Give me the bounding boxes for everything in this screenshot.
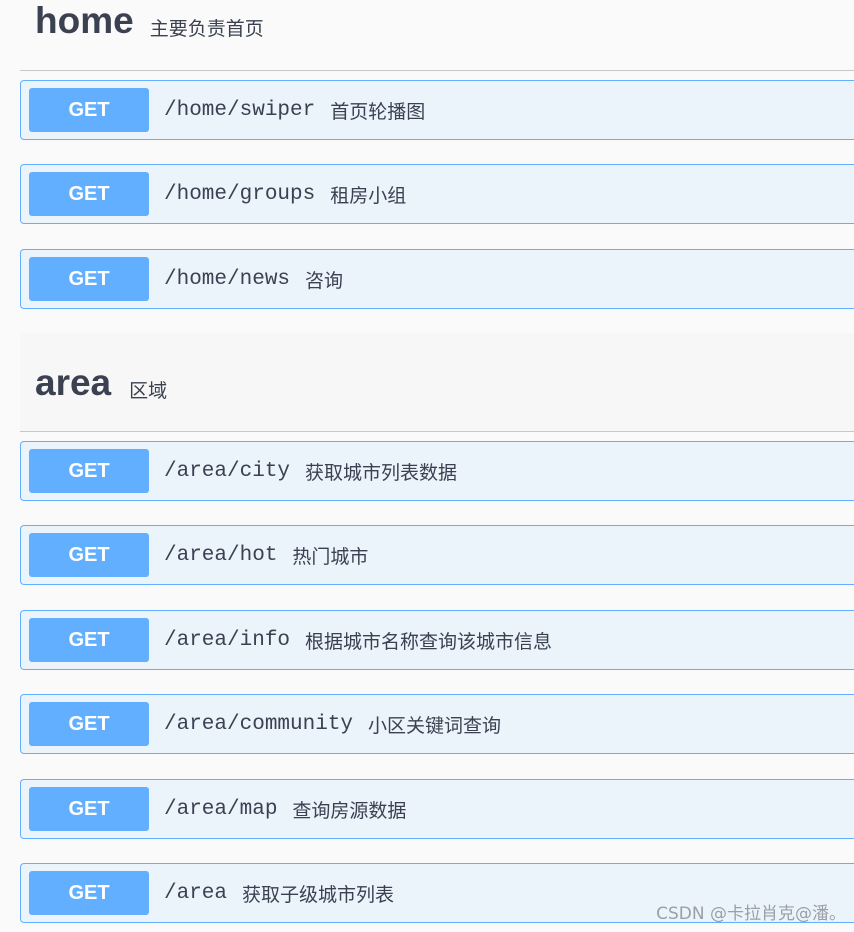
operation-home-groups[interactable]: GET /home/groups 租房小组 [20, 164, 854, 224]
method-badge: GET [29, 257, 149, 301]
section-area-description: 区域 [129, 380, 168, 402]
section-home: home 主要负责首页 [20, 0, 854, 71]
operation-area-community[interactable]: GET /area/community 小区关键词查询 [20, 694, 854, 754]
operation-summary: 小区关键词查询 [368, 714, 502, 737]
section-home-name: home [35, 0, 134, 41]
section-area-name: area [35, 362, 112, 403]
operation-home-news[interactable]: GET /home/news 咨询 [20, 249, 854, 309]
csdn-watermark: CSDN @卡拉肖克@潘。 [656, 904, 846, 924]
operation-summary: 咨询 [305, 269, 344, 292]
method-badge: GET [29, 449, 149, 493]
method-badge: GET [29, 702, 149, 746]
swagger-page: home 主要负责首页 GET /home/swiper 首页轮播图 GET /… [0, 0, 854, 932]
operation-area-map[interactable]: GET /area/map 查询房源数据 [20, 779, 854, 839]
method-badge: GET [29, 787, 149, 831]
operation-area-info[interactable]: GET /area/info 根据城市名称查询该城市信息 [20, 610, 854, 670]
operation-summary: 根据城市名称查询该城市信息 [305, 630, 553, 653]
operation-area-hot[interactable]: GET /area/hot 热门城市 [20, 525, 854, 585]
method-badge: GET [29, 618, 149, 662]
operation-path: /home/groups [164, 182, 316, 206]
operation-summary: 首页轮播图 [330, 100, 426, 123]
section-area: area 区域 [20, 333, 854, 432]
section-home-description: 主要负责首页 [149, 18, 264, 40]
operation-path: /home/swiper [164, 98, 316, 122]
operation-summary: 获取子级城市列表 [242, 883, 395, 906]
method-badge: GET [29, 88, 149, 132]
operation-summary: 查询房源数据 [292, 799, 407, 822]
operation-path: /area/hot [164, 543, 278, 567]
operation-path: /home/news [164, 267, 291, 291]
section-home-header[interactable]: home 主要负责首页 [20, 0, 854, 71]
operation-path: /area/community [164, 712, 354, 736]
section-area-header[interactable]: area 区域 [20, 333, 854, 432]
operation-area-city[interactable]: GET /area/city 获取城市列表数据 [20, 441, 854, 501]
method-badge: GET [29, 533, 149, 577]
operation-path: /area [164, 881, 228, 905]
operation-summary: 热门城市 [292, 545, 369, 568]
operation-summary: 获取城市列表数据 [305, 461, 458, 484]
operation-path: /area/map [164, 797, 278, 821]
operation-path: /area/city [164, 459, 291, 483]
method-badge: GET [29, 172, 149, 216]
operation-summary: 租房小组 [330, 184, 407, 207]
operation-home-swiper[interactable]: GET /home/swiper 首页轮播图 [20, 80, 854, 140]
method-badge: GET [29, 871, 149, 915]
operation-path: /area/info [164, 628, 291, 652]
